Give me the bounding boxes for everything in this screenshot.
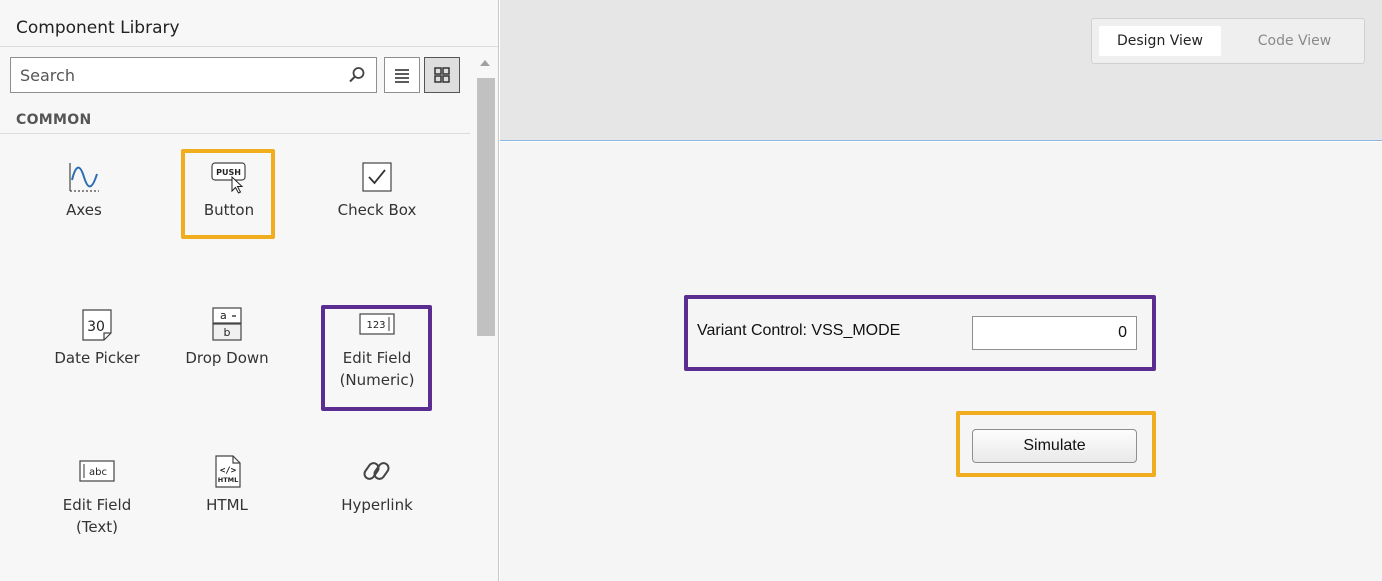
dropdown-b-text: b <box>224 326 231 339</box>
view-toggle: Design View Code View <box>1091 18 1365 64</box>
html-tag-text: </> <box>220 466 237 476</box>
date-picker-icon: 30 <box>82 309 112 341</box>
panel-title: Component Library <box>16 18 180 38</box>
text-field-text: abc <box>89 467 107 478</box>
scrollbar-thumb[interactable] <box>477 78 495 336</box>
search-icon[interactable] <box>348 66 366 84</box>
list-icon <box>395 69 409 83</box>
dropdown-a-text: a <box>220 309 227 322</box>
section-label: COMMON <box>16 112 92 128</box>
section-header: COMMON <box>0 104 470 134</box>
tab-code-view[interactable]: Code View <box>1231 26 1358 56</box>
app-designer-window: Component Library Search COMMON Axes PUS… <box>0 0 1382 581</box>
component-axes[interactable]: Axes <box>24 160 144 221</box>
component-date-picker[interactable]: 30 Date Picker <box>37 306 157 369</box>
scroll-up-arrow-icon[interactable] <box>480 60 490 66</box>
search-box[interactable] <box>10 57 377 93</box>
numeric-field-highlight-box <box>321 305 432 411</box>
component-edit-field-text[interactable]: abc Edit Field (Text) <box>37 453 157 538</box>
search-input[interactable] <box>11 58 341 92</box>
variant-control-numeric-field[interactable]: 0 <box>972 316 1137 350</box>
component-label: Axes <box>66 201 102 219</box>
html-icon: </> HTML <box>215 455 241 488</box>
component-label: HTML <box>206 496 248 514</box>
button-highlight-box <box>181 149 275 239</box>
component-label: Drop Down <box>185 349 269 367</box>
component-library-panel: Component Library Search COMMON Axes PUS… <box>0 0 499 581</box>
divider <box>0 46 498 47</box>
component-hyperlink[interactable]: Hyperlink <box>317 453 437 516</box>
variant-control-label: Variant Control: VSS_MODE <box>697 322 901 339</box>
checkbox-icon <box>362 162 392 192</box>
tab-design-view[interactable]: Design View <box>1099 26 1221 56</box>
component-label-line2: (Text) <box>75 518 119 536</box>
component-html[interactable]: </> HTML HTML <box>167 453 287 516</box>
component-label: Edit Field <box>62 496 132 514</box>
grid-view-button[interactable] <box>424 57 460 93</box>
html-word-text: HTML <box>218 476 238 484</box>
date-text: 30 <box>87 319 105 335</box>
text-field-icon: abc <box>79 460 115 482</box>
dropdown-icon: a b <box>212 307 242 341</box>
component-label: Hyperlink <box>341 496 413 514</box>
component-check-box[interactable]: Check Box <box>317 160 437 221</box>
component-label: Date Picker <box>54 349 140 367</box>
list-view-button[interactable] <box>384 57 420 93</box>
axes-icon <box>69 163 99 192</box>
grid-icon <box>434 67 450 83</box>
simulate-button[interactable]: Simulate <box>972 429 1137 463</box>
hyperlink-icon <box>363 462 390 480</box>
component-label: Check Box <box>337 201 417 219</box>
component-drop-down[interactable]: a b Drop Down <box>167 306 287 369</box>
